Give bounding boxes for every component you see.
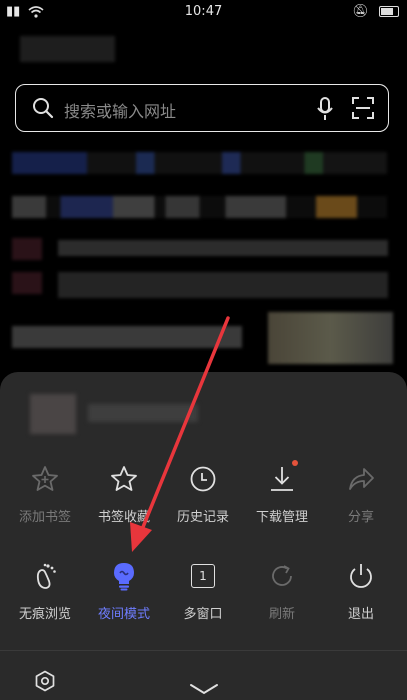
refresh-icon xyxy=(272,565,292,586)
current-page-blurred xyxy=(30,394,200,434)
multi-window-button[interactable]: 1 多窗口 xyxy=(163,555,243,622)
share-label: 分享 xyxy=(347,510,374,525)
mute-icon: 🔕︎ xyxy=(352,4,369,19)
microphone-icon[interactable] xyxy=(316,97,334,121)
history-button[interactable]: 历史记录 xyxy=(163,458,243,525)
search-input[interactable]: 搜索或输入网址 xyxy=(64,98,176,122)
multi-window-label: 多窗口 xyxy=(183,607,223,622)
footprint-icon xyxy=(36,563,56,589)
downloads-label: 下载管理 xyxy=(255,510,308,525)
incognito-label: 无痕浏览 xyxy=(18,607,71,622)
power-icon xyxy=(350,564,372,588)
add-bookmark-button[interactable]: 添加书签 xyxy=(5,458,85,525)
bookmarks-label: 书签收藏 xyxy=(97,510,150,525)
download-badge-dot xyxy=(292,460,298,466)
share-icon xyxy=(349,468,374,490)
exit-label: 退出 xyxy=(347,607,374,622)
refresh-button[interactable]: 刷新 xyxy=(242,555,322,622)
share-button[interactable]: 分享 xyxy=(321,458,401,525)
chevron-down-icon[interactable] xyxy=(189,682,219,696)
history-label: 历史记录 xyxy=(176,510,229,525)
feed-item xyxy=(58,240,388,256)
incognito-button[interactable]: 无痕浏览 xyxy=(5,555,85,622)
download-icon xyxy=(271,467,293,491)
window-count-icon: 1 xyxy=(191,564,215,588)
status-right: 🔕︎ xyxy=(352,4,399,19)
star-plus-icon xyxy=(32,466,58,491)
feed-item xyxy=(12,272,42,294)
menu-divider xyxy=(0,650,407,651)
night-mode-icon xyxy=(114,563,134,591)
clock-icon xyxy=(190,466,216,492)
search-icon xyxy=(33,98,54,119)
bookmarks-button[interactable]: 书签收藏 xyxy=(84,458,164,525)
feed-item xyxy=(12,326,242,348)
star-icon xyxy=(111,466,137,491)
feed-item xyxy=(12,196,387,218)
feed-image xyxy=(268,312,393,364)
exit-button[interactable]: 退出 xyxy=(321,555,401,622)
window-count-badge: 1 xyxy=(199,569,207,583)
search-bar[interactable]: 搜索或输入网址 xyxy=(15,84,389,132)
downloads-button[interactable]: 下载管理 xyxy=(242,458,322,525)
refresh-label: 刷新 xyxy=(268,607,295,622)
status-time: 10:47 xyxy=(184,4,223,19)
feed-item xyxy=(12,238,42,260)
page-title-blurred xyxy=(88,404,198,422)
settings-icon[interactable] xyxy=(34,670,56,692)
feed-item xyxy=(58,272,388,298)
status-bar: ▮▮ 10:47 🔕︎ xyxy=(0,0,407,26)
scan-icon[interactable] xyxy=(352,97,374,119)
page-thumbnail xyxy=(30,394,76,434)
night-mode-label: 夜间模式 xyxy=(97,607,150,622)
account-name-blurred xyxy=(20,36,115,62)
feed-item xyxy=(12,152,387,174)
night-mode-button[interactable]: 夜间模式 xyxy=(84,555,164,622)
add-bookmark-label: 添加书签 xyxy=(18,510,71,525)
battery-icon xyxy=(379,6,399,17)
